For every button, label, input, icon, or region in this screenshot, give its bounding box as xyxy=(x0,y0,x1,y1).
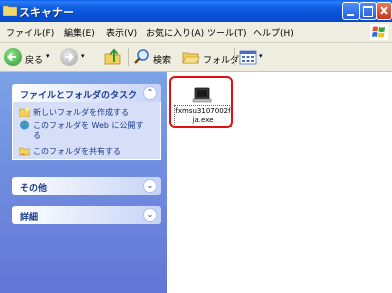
menu-bar: ファイル(F) 編集(E) 表示(V) お気に入り(A) ツール(T) ヘルプ(… xyxy=(0,22,392,43)
other-places-header[interactable]: その他 ⌄ xyxy=(12,177,161,195)
window-title: スキャナー xyxy=(19,6,74,19)
share-folder-icon xyxy=(19,147,30,156)
menu-edit[interactable]: 編集(E) xyxy=(64,26,95,39)
highlight-annotation xyxy=(169,76,233,128)
chevron-down-icon: ⌄ xyxy=(146,181,154,190)
details-header[interactable]: 詳細 ⌄ xyxy=(12,206,161,224)
forward-dropdown-icon[interactable]: ▾ xyxy=(81,52,85,60)
minimize-button[interactable] xyxy=(342,2,360,20)
title-bar[interactable]: スキャナー xyxy=(0,0,392,22)
chevron-up-icon: ⌃ xyxy=(146,88,154,97)
task-publish-web-label: このフォルダを Web に公開す xyxy=(33,121,144,130)
other-places-title: その他 xyxy=(20,184,48,194)
task-publish-web-label-cont: る xyxy=(33,131,41,140)
task-pane: ファイルとフォルダのタスク ⌃ 新しいフォルダを作成する このフォルダを Web… xyxy=(0,72,167,293)
forward-arrow-icon xyxy=(60,48,78,66)
windows-logo-icon xyxy=(370,24,388,40)
expand-button[interactable]: ⌄ xyxy=(143,179,157,193)
up-folder-button[interactable] xyxy=(103,47,125,67)
menu-view[interactable]: 表示(V) xyxy=(106,26,137,39)
explorer-window: スキャナー ファイル(F) 編集(E) 表示(V) お気に入り(A) ツール(T… xyxy=(0,0,392,293)
menu-help[interactable]: ヘルプ(H) xyxy=(253,26,294,39)
details-title: 詳細 xyxy=(20,213,39,223)
chevron-down-icon: ⌄ xyxy=(146,210,154,219)
back-arrow-icon xyxy=(4,48,22,66)
file-folder-tasks-body: 新しいフォルダを作成する このフォルダを Web に公開す る このフォルダを共… xyxy=(12,102,161,160)
back-button[interactable]: 戻る ▾ xyxy=(4,47,56,67)
search-label: 検索 xyxy=(153,56,172,66)
search-button[interactable]: 検索 xyxy=(133,47,177,67)
menu-tools[interactable]: ツール(T) xyxy=(207,26,247,39)
folder-icon xyxy=(3,5,17,16)
maximize-icon xyxy=(363,6,373,17)
maximize-button[interactable] xyxy=(359,2,377,20)
views-button[interactable]: ▾ xyxy=(238,47,268,67)
close-button[interactable] xyxy=(376,2,392,20)
folders-icon xyxy=(182,52,200,64)
minimize-icon xyxy=(347,14,354,16)
back-label: 戻る xyxy=(25,56,44,66)
toolbar-separator xyxy=(128,48,129,66)
forward-button[interactable]: ▾ xyxy=(60,47,90,67)
globe-publish-icon xyxy=(20,120,29,130)
expand-button[interactable]: ⌄ xyxy=(143,208,157,222)
new-folder-icon xyxy=(19,107,30,117)
collapse-button[interactable]: ⌃ xyxy=(143,86,157,100)
close-icon xyxy=(380,6,388,15)
toolbar-separator xyxy=(234,48,235,66)
task-share-folder-label: このフォルダを共有する xyxy=(33,147,121,156)
menu-file[interactable]: ファイル(F) xyxy=(6,26,54,39)
folders-button[interactable]: フォルダ xyxy=(181,47,239,67)
menu-favorites[interactable]: お気に入り(A) xyxy=(146,26,204,39)
file-folder-tasks-header[interactable]: ファイルとフォルダのタスク ⌃ xyxy=(12,84,161,102)
task-new-folder-label: 新しいフォルダを作成する xyxy=(33,108,129,117)
views-icon xyxy=(239,50,257,65)
file-folder-tasks-title: ファイルとフォルダのタスク xyxy=(20,91,138,101)
back-dropdown-icon[interactable]: ▾ xyxy=(46,52,50,60)
up-folder-icon xyxy=(104,48,121,65)
views-dropdown-icon[interactable]: ▾ xyxy=(259,52,263,60)
search-icon xyxy=(134,49,149,64)
standard-toolbar: 戻る ▾ ▾ 検索 フォルダ ▾ xyxy=(0,43,392,72)
